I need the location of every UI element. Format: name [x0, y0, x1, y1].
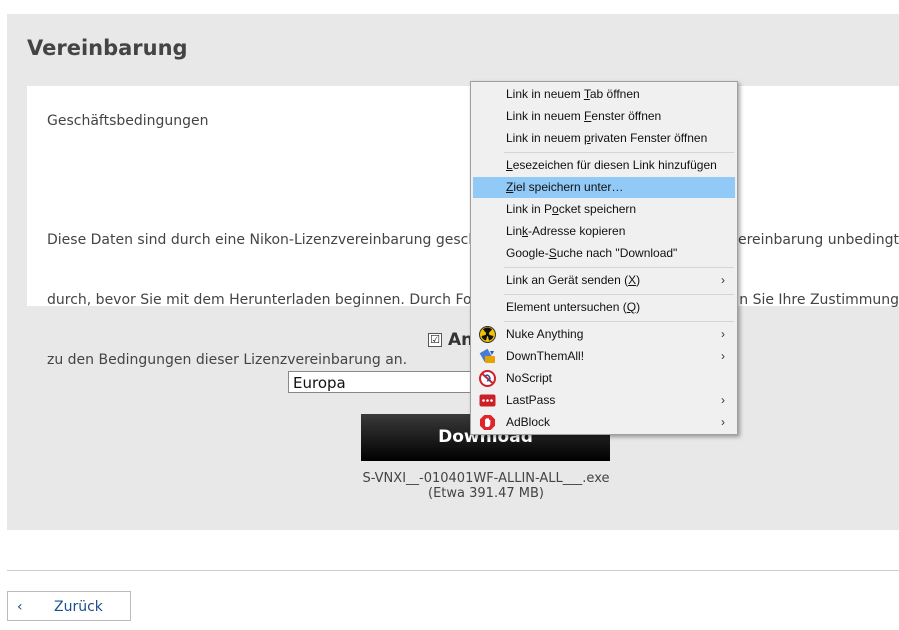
menu-item-label: Link in neuem [506, 109, 585, 123]
chevron-right-icon: › [721, 349, 725, 363]
back-button-label: Zurück [54, 599, 103, 615]
menu-item-copy-link[interactable]: Link-Adresse kopieren [473, 221, 735, 242]
downthemall-icon [479, 348, 496, 365]
terms-text-right: ereinbarung unbedingt n Sie Ihre Zustimm… [738, 190, 899, 330]
menu-item-accesskey: p [584, 131, 591, 145]
menu-item-label: enster öffnen [591, 109, 662, 123]
menu-separator [504, 321, 734, 322]
divider [7, 570, 899, 571]
menu-item-label: LastPass [506, 393, 556, 407]
back-button[interactable]: ‹ Zurück [7, 591, 131, 621]
menu-item-label: NoScript [506, 371, 553, 385]
menu-item-adblock[interactable]: AdBlock › [473, 412, 735, 433]
menu-item-bookmark-link[interactable]: Lesezeichen für diesen Link hinzufügen [473, 155, 735, 176]
agree-row[interactable]: ☑ An [428, 330, 473, 350]
menu-separator [504, 294, 734, 295]
region-select[interactable]: Europa [288, 371, 488, 393]
terms-line: ereinbarung unbedingt [738, 232, 899, 248]
menu-item-label: ab öffnen [589, 87, 640, 101]
adblock-icon [479, 414, 496, 431]
menu-item-label: DownThemAll! [506, 349, 585, 363]
menu-item-accesskey: Q [626, 300, 637, 314]
menu-item-noscript[interactable]: NoScript [473, 368, 735, 389]
menu-item-lastpass[interactable]: LastPass › [473, 390, 735, 411]
menu-item-label: Link in P [506, 202, 553, 216]
menu-item-nuke-anything[interactable]: Nuke Anything › [473, 324, 735, 345]
menu-item-label: ) [636, 273, 641, 287]
menu-item-label: Link in neuem [506, 87, 584, 101]
menu-item-inspect-element[interactable]: Element untersuchen (Q) [473, 297, 735, 318]
menu-item-label: -Adresse kopieren [528, 224, 626, 238]
menu-item-open-in-new-window[interactable]: Link in neuem Fenster öffnen [473, 106, 735, 127]
menu-separator [504, 267, 734, 268]
lastpass-icon [479, 392, 496, 409]
menu-item-save-link-as[interactable]: Ziel speichern unter… [473, 177, 735, 198]
menu-item-label: cket speichern [558, 202, 637, 216]
file-size: (Etwa 391.47 MB) [428, 486, 544, 501]
menu-item-label: esezeichen für diesen Link hinzufügen [512, 158, 717, 172]
menu-item-label: Nuke Anything [506, 327, 584, 341]
agree-checkbox[interactable]: ☑ [428, 333, 442, 347]
menu-item-label: Link an Gerät senden ( [506, 273, 629, 287]
menu-item-label: Lin [506, 224, 523, 238]
menu-item-label: iel speichern unter… [513, 180, 624, 194]
chevron-right-icon: › [721, 327, 725, 341]
file-name: S-VNXI__-010401WF-ALLIN-ALL___.exe [362, 471, 610, 486]
chevron-right-icon: › [721, 273, 725, 287]
menu-item-save-to-pocket[interactable]: Link in Pocket speichern [473, 199, 735, 220]
menu-item-accesskey: o [552, 202, 559, 216]
menu-item-open-in-new-tab[interactable]: Link in neuem Tab öffnen [473, 84, 735, 105]
menu-item-label: uche nach "Download" [556, 246, 678, 260]
menu-item-downthemall[interactable]: DownThemAll! › [473, 346, 735, 367]
menu-item-label: Element untersuchen ( [506, 300, 627, 314]
menu-item-label: rivaten Fenster öffnen [590, 131, 708, 145]
menu-item-label: Link in neuem [506, 131, 585, 145]
menu-separator [504, 152, 734, 153]
menu-item-accesskey: L [506, 158, 513, 172]
menu-item-label: AdBlock [506, 415, 551, 429]
menu-item-accesskey: S [548, 246, 557, 260]
context-menu: Link in neuem Tab öffnen Link in neuem F… [470, 81, 738, 435]
menu-item-label: Google- [506, 246, 549, 260]
noscript-icon [479, 370, 496, 387]
menu-item-label: ) [636, 300, 641, 314]
chevron-right-icon: › [721, 393, 725, 407]
menu-item-google-search[interactable]: Google-Suche nach "Download" [473, 243, 735, 264]
terms-line: n Sie Ihre Zustimmung [739, 292, 899, 308]
page-title: Vereinbarung [27, 36, 188, 60]
nuke-icon [479, 326, 496, 343]
menu-item-accesskey: X [628, 273, 637, 287]
chevron-left-icon: ‹ [17, 599, 23, 615]
menu-item-open-in-private-window[interactable]: Link in neuem privaten Fenster öffnen [473, 128, 735, 149]
terms-heading: Geschäftsbedingungen [47, 113, 209, 129]
menu-item-send-link-to-device[interactable]: Link an Gerät senden (X) › [473, 270, 735, 291]
chevron-right-icon: › [721, 415, 725, 429]
